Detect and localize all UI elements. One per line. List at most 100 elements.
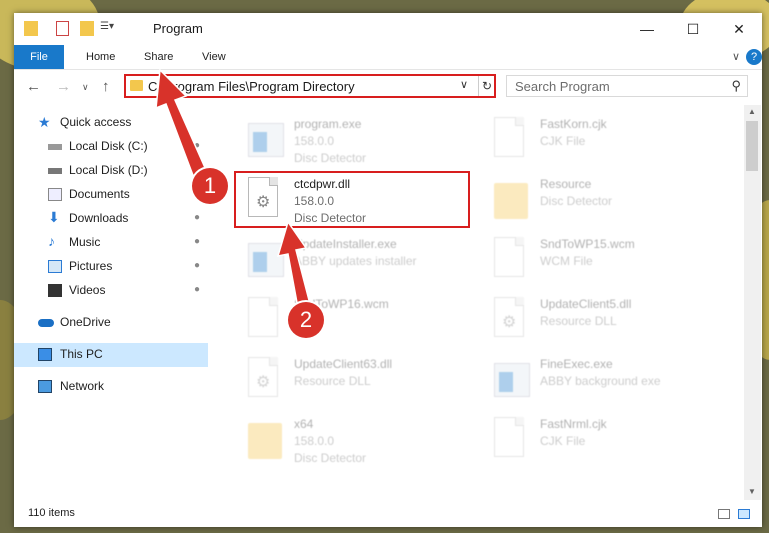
app-icon [248,117,284,163]
tab-home[interactable]: Home [76,45,125,69]
file-name: FastNrml.cjk [540,417,607,431]
pin-icon: ● [194,260,201,271]
details-view-icon[interactable] [718,509,730,519]
file-item-sndtowp15[interactable]: SndToWP15.wcm WCM File [482,233,722,289]
sidebar-item-label: Local Disk (C:) [69,139,148,153]
sidebar-item-local-disk-c[interactable]: Local Disk (C:) ● [14,135,208,159]
sidebar-item-label: Downloads [69,211,129,225]
minimize-button[interactable]: — [624,13,670,45]
search-icon[interactable]: ⚲ [731,78,741,94]
search-input[interactable]: Search Program ⚲ [506,75,748,97]
properties-icon[interactable] [56,21,69,36]
folder-icon [130,80,143,91]
file-name: UpdateClient5.dll [540,297,632,311]
download-icon: ⬇ [48,209,60,225]
file-item-updateinstaller[interactable]: UpdateInstaller.exe ABBY updates install… [236,233,476,289]
scroll-down-icon[interactable]: ▼ [748,487,756,496]
navigation-bar: ← → ∨ ↑ C:\Program Files\Program Directo… [14,70,762,104]
sidebar-item-videos[interactable]: Videos ● [14,279,208,303]
sidebar-item-documents[interactable]: Documents ● [14,183,208,207]
pin-icon: ● [194,212,201,223]
address-dropdown-icon[interactable]: ∨ [460,78,468,91]
ribbon: File Home Share View ∨ ? [14,45,762,70]
sidebar-item-label: Network [60,379,105,393]
new-folder-icon[interactable] [80,21,94,36]
file-name: UpdateInstaller.exe [294,237,397,251]
file-item-x64[interactable]: x64 158.0.0 Disc Detector [236,413,476,469]
sidebar-item-music[interactable]: ♪ Music ● [14,231,208,255]
file-item-sndtowp16[interactable]: SndToWP16.wcm File [236,293,476,349]
sidebar-item-label: Music [69,235,101,249]
drive-icon [48,168,62,174]
search-placeholder: Search Program [515,79,610,94]
back-button[interactable]: ← [26,78,41,95]
file-type: WCM File [540,254,593,268]
file-description: Disc Detector [294,451,367,465]
file-description: Disc Detector [540,194,613,208]
file-icon [494,117,530,163]
scroll-up-icon[interactable]: ▲ [748,107,756,116]
tab-share[interactable]: Share [134,45,183,69]
sidebar-item-this-pc[interactable]: This PC [14,343,208,367]
step-marker-2: 2 [288,302,324,338]
vertical-scrollbar[interactable]: ▲ ▼ [744,105,761,500]
file-description: Disc Detector [294,151,367,165]
help-icon[interactable]: ? [746,49,762,65]
file-icon [494,417,530,463]
maximize-button[interactable]: ☐ [670,13,716,45]
tab-file[interactable]: File [14,45,64,69]
computer-icon [38,348,52,361]
file-name: FineExec.exe [540,357,613,371]
music-icon: ♪ [48,233,55,249]
file-item-fastnrml[interactable]: FastNrml.cjk CJK File [482,413,722,469]
file-type: CJK File [540,434,586,448]
sidebar-item-onedrive[interactable]: OneDrive [14,311,208,335]
file-item-program-exe[interactable]: program.exe 158.0.0 Disc Detector [236,113,476,169]
forward-button[interactable]: → [56,78,71,95]
folder-icon [24,21,38,36]
pictures-icon [48,260,62,273]
file-name: SndToWP15.wcm [540,237,635,251]
cloud-icon [38,319,54,327]
sidebar-item-local-disk-d[interactable]: Local Disk (D:) ● [14,159,208,183]
tab-view[interactable]: View [192,45,236,69]
recent-locations-icon[interactable]: ∨ [82,82,89,93]
scrollbar-thumb[interactable] [746,121,758,171]
sidebar-item-pictures[interactable]: Pictures ● [14,255,208,279]
sidebar-item-network[interactable]: Network [14,375,208,399]
sidebar-item-label: Pictures [69,259,113,273]
pin-icon: ● [194,140,201,151]
star-icon: ★ [38,114,51,130]
file-name: program.exe [294,117,362,131]
file-name: FastKorn.cjk [540,117,607,131]
file-icon [248,297,284,343]
window-title: Program [153,21,203,36]
file-item-fastkorn[interactable]: FastKorn.cjk CJK File [482,113,722,169]
sidebar-item-downloads[interactable]: ⬇ Downloads ● [14,207,208,231]
file-item-fineexec[interactable]: FineExec.exe ABBY background exe [482,353,722,409]
refresh-icon[interactable]: ↻ [478,76,495,96]
file-name: Resource [540,177,592,191]
videos-icon [48,284,62,297]
sidebar-item-quick-access[interactable]: ★ Quick access [14,111,208,135]
documents-icon [48,188,62,201]
file-item-resource[interactable]: Resource Disc Detector [482,173,722,229]
sidebar-item-label: OneDrive [60,315,111,329]
customize-toolbar-icon[interactable]: ☰▾ [100,21,120,36]
close-button[interactable]: ✕ [716,13,762,45]
folder-icon [494,177,530,223]
item-count: 110 items [28,507,75,519]
title-bar: ☰▾ Program — ☐ ✕ [14,13,762,45]
file-name: x64 [294,417,314,431]
large-icons-view-icon[interactable] [738,509,750,519]
up-button[interactable]: ↑ [102,78,110,95]
sidebar-item-label: This PC [60,347,103,361]
address-bar[interactable]: C:\Program Files\Program Directory ∨ ↻ [124,74,496,98]
file-item-updateclient63[interactable]: ⚙ UpdateClient63.dll Resource DLL [236,353,476,409]
address-path[interactable]: C:\Program Files\Program Directory [148,79,355,94]
sidebar-item-label: Quick access [60,115,132,129]
file-item-updateclient5[interactable]: ⚙ UpdateClient5.dll Resource DLL [482,293,722,349]
expand-ribbon-icon[interactable]: ∨ [732,50,740,63]
dll-icon: ⚙ [248,357,284,403]
file-highlight-box [234,171,470,228]
